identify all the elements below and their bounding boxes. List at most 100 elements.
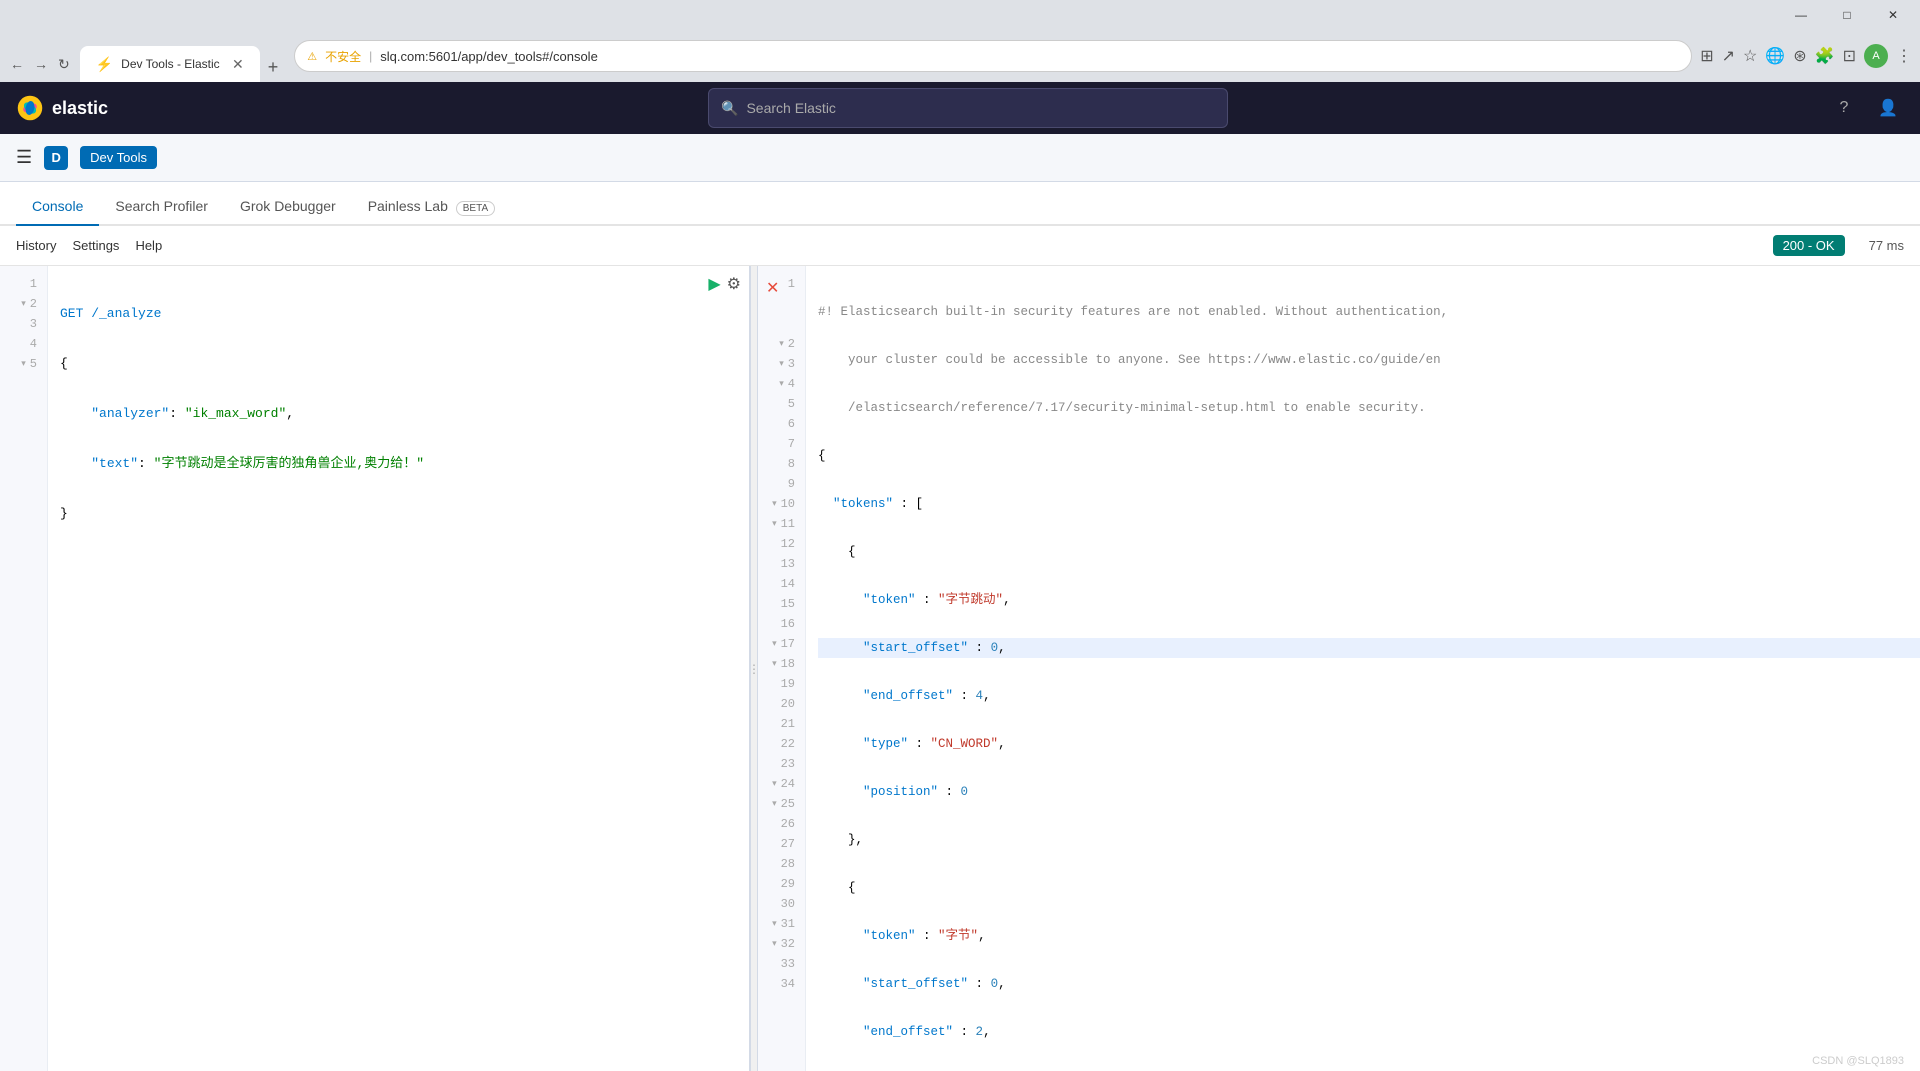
minimize-button[interactable]: —	[1778, 0, 1824, 30]
res-line-num-21: 21	[758, 714, 805, 734]
tab-search-profiler[interactable]: Search Profiler	[99, 188, 224, 226]
line-number-1: 1	[0, 274, 47, 294]
res-line-4: {	[818, 542, 1920, 562]
tab-console[interactable]: Console	[16, 188, 99, 226]
search-bar-container: 🔍 Search Elastic	[124, 88, 1812, 128]
res-line-num-32: ▾32	[758, 934, 805, 954]
user-nav-icon[interactable]: 👤	[1872, 92, 1904, 124]
status-badge: 200 - OK	[1773, 235, 1845, 256]
response-content: #! Elasticsearch built-in security featu…	[806, 266, 1920, 1071]
tab-title: Dev Tools - Elastic	[121, 57, 219, 71]
forward-button[interactable]: →	[32, 54, 50, 74]
res-line-11: {	[818, 878, 1920, 898]
refresh-button[interactable]: ↻	[56, 54, 72, 75]
response-close-area: ✕	[758, 278, 787, 298]
translate-button[interactable]: ⊞	[1700, 46, 1713, 66]
search-icon: 🔍	[721, 100, 738, 117]
res-line-num-14: 14	[758, 574, 805, 594]
tab-bar: Console Search Profiler Grok Debugger Pa…	[0, 182, 1920, 226]
menu-button[interactable]: ⋮	[1896, 46, 1912, 66]
browser-top-controls: — □ ✕	[0, 0, 1920, 30]
browser-actions: ⊞ ↗ ☆ 🌐 ⊛ 🧩 ⊡ A ⋮	[1700, 44, 1912, 68]
res-line-num-7: 7	[758, 434, 805, 454]
res-line-num-6: 6	[758, 414, 805, 434]
active-browser-tab[interactable]: ⚡ Dev Tools - Elastic ✕	[80, 46, 260, 82]
lock-icon: ⚠	[307, 50, 317, 63]
share-button[interactable]: ↗	[1722, 46, 1735, 66]
res-line-2: {	[818, 446, 1920, 466]
search-bar[interactable]: 🔍 Search Elastic	[708, 88, 1228, 128]
devtools-badge: Dev Tools	[80, 146, 157, 169]
hamburger-button[interactable]: ☰	[16, 147, 32, 168]
panel-divider[interactable]: ⋮	[750, 266, 758, 1071]
res-line-num-24: ▾24	[758, 774, 805, 794]
res-line-num-25: ▾25	[758, 794, 805, 814]
res-line-num-20: 20	[758, 694, 805, 714]
res-line-13: "start_offset" : 0,	[818, 974, 1920, 994]
res-line-num-2: ▾2	[758, 334, 805, 354]
profile-button[interactable]: A	[1864, 44, 1888, 68]
res-line-num-34: 34	[758, 974, 805, 994]
res-line-num-26: 26	[758, 814, 805, 834]
res-line-num-13: 13	[758, 554, 805, 574]
response-line-numbers: 1 ▾2 ▾3 ▾4 5 6 7 8 9 ▾10 ▾11 12 13 14 15…	[758, 266, 806, 1071]
beta-badge: BETA	[456, 201, 495, 216]
watermark: CSDN @SLQ1893	[1812, 1055, 1904, 1067]
res-line-num-19: 19	[758, 674, 805, 694]
res-line-num-8: 8	[758, 454, 805, 474]
editor-line-numbers: 1 ▾2 3 4 ▾5	[0, 266, 48, 1071]
nav-icons: ? 👤	[1828, 92, 1904, 124]
sidebar-toggle-button[interactable]: ⊡	[1843, 46, 1856, 66]
res-line-num-22: 22	[758, 734, 805, 754]
close-window-button[interactable]: ✕	[1870, 0, 1916, 30]
res-line-num-5: 5	[758, 394, 805, 414]
res-line-12: "token" : "字节",	[818, 926, 1920, 946]
response-time: 77 ms	[1869, 238, 1904, 253]
res-line-num-11: ▾11	[758, 514, 805, 534]
res-line-num-27: 27	[758, 834, 805, 854]
res-line-10: },	[818, 830, 1920, 850]
res-line-6: "start_offset" : 0,	[818, 638, 1920, 658]
globe-button[interactable]: 🌐	[1765, 46, 1785, 66]
code-editor[interactable]: 1 ▾2 3 4 ▾5 GET /_analyze { "analyzer": …	[0, 266, 749, 1071]
back-button[interactable]: ←	[8, 54, 26, 74]
maximize-button[interactable]: □	[1824, 0, 1870, 30]
res-line-num-31: ▾31	[758, 914, 805, 934]
url-text: slq.com:5601/app/dev_tools#/console	[380, 49, 1679, 64]
browser-chrome: ← → ↻ ⚡ Dev Tools - Elastic ✕ + ⚠ 不安全 | …	[0, 30, 1920, 82]
extension-button[interactable]: ⊛	[1793, 46, 1806, 66]
settings-button[interactable]: Settings	[72, 238, 119, 253]
response-panel: ✕ 1 ▾2 ▾3 ▾4 5 6 7 8 9 ▾10 ▾11 12 13 14 …	[758, 266, 1920, 1071]
address-separator: |	[369, 49, 372, 63]
new-tab-button[interactable]: +	[260, 53, 287, 82]
help-nav-icon[interactable]: ?	[1828, 92, 1860, 124]
tab-painless-lab[interactable]: Painless Lab BETA	[352, 188, 511, 226]
code-content[interactable]: GET /_analyze { "analyzer": "ik_max_word…	[48, 266, 749, 1071]
res-line-num-10: ▾10	[758, 494, 805, 514]
res-line-num-30: 30	[758, 894, 805, 914]
editor-settings-button[interactable]: ⚙	[727, 274, 741, 294]
res-line-num-16: 16	[758, 614, 805, 634]
res-line-num-blank2	[758, 314, 805, 334]
puzzle-button[interactable]: 🧩	[1815, 46, 1835, 66]
tab-close-button[interactable]: ✕	[232, 56, 244, 73]
breadcrumb-letter: D	[44, 146, 68, 170]
response-close-button[interactable]: ✕	[758, 278, 787, 298]
code-line-4: "text": "字节跳动是全球厉害的独角兽企业,奥力给！"	[60, 454, 749, 474]
address-warning: 不安全	[325, 48, 361, 65]
elastic-logo: elastic	[16, 94, 108, 122]
res-line-8: "type" : "CN_WORD",	[818, 734, 1920, 754]
code-line-3: "analyzer": "ik_max_word",	[60, 404, 749, 424]
help-button[interactable]: Help	[135, 238, 162, 253]
run-button[interactable]: ▶	[708, 274, 720, 294]
res-line-5: "token" : "字节跳动",	[818, 590, 1920, 610]
tab-grok-debugger[interactable]: Grok Debugger	[224, 188, 352, 226]
elastic-logo-icon	[16, 94, 44, 122]
code-line-2: {	[60, 354, 749, 374]
res-line-9: "position" : 0	[818, 782, 1920, 802]
res-line-1: #! Elasticsearch built-in security featu…	[818, 302, 1920, 322]
res-line-14: "end_offset" : 2,	[818, 1022, 1920, 1042]
bookmark-button[interactable]: ☆	[1743, 46, 1757, 66]
history-button[interactable]: History	[16, 238, 56, 253]
address-bar[interactable]: ⚠ 不安全 | slq.com:5601/app/dev_tools#/cons…	[294, 40, 1692, 72]
